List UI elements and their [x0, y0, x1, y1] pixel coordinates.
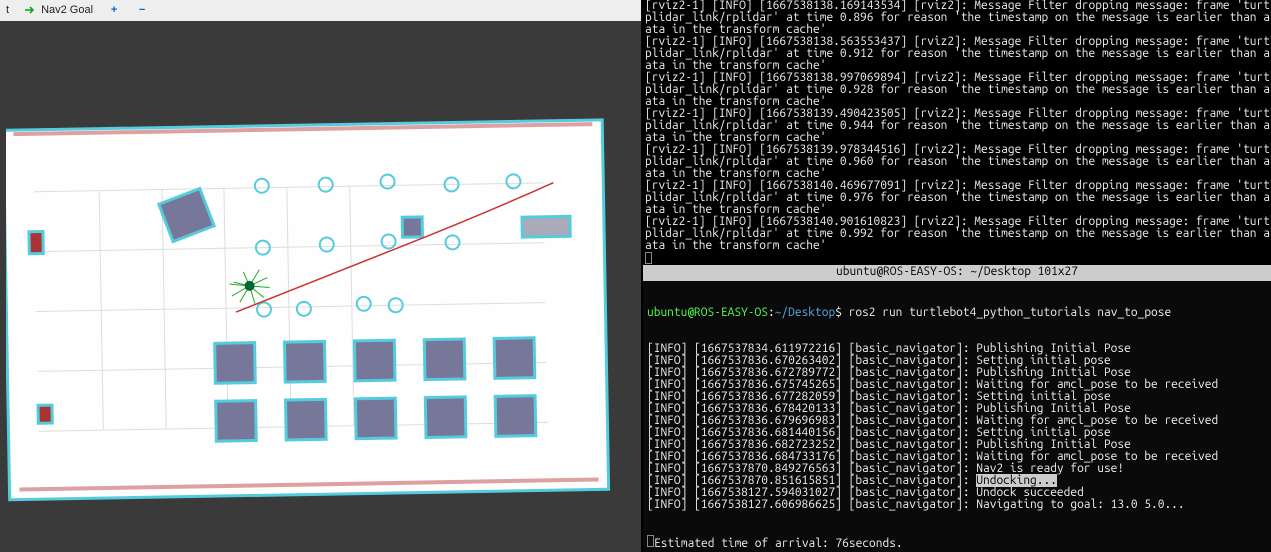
cursor-icon [647, 535, 654, 547]
tool-interact[interactable]: t [6, 4, 9, 16]
prompt-line: ubuntu@ROS-EASY-OS:~/Desktop$ ros2 run t… [647, 307, 1267, 319]
rviz-toolbar: t Nav2 Goal + − [0, 0, 641, 21]
plus-icon: + [107, 3, 121, 17]
remove-button[interactable]: − [135, 3, 149, 17]
rviz-pane: t Nav2 Goal + − [0, 0, 643, 552]
add-button[interactable]: + [107, 3, 121, 17]
nav2-goal-button[interactable]: Nav2 Goal [23, 3, 93, 17]
eta-line: Estimated time of arrival: 76seconds. [647, 535, 1267, 550]
terminal-top[interactable]: [rviz2-1] [INFO] [1667538138.169143534] … [643, 0, 1271, 265]
viz-frame [0, 21, 641, 552]
terminal-title: ubuntu@ROS-EASY-OS: ~/Desktop 101x27 [643, 265, 1271, 281]
arrow-icon [23, 3, 37, 17]
minus-icon: − [135, 3, 149, 17]
map-viewport[interactable] [6, 27, 635, 546]
log-line: ata in the transform cache' [645, 240, 1269, 252]
nav2-goal-label: Nav2 Goal [41, 4, 93, 16]
terminal-pane: [rviz2-1] [INFO] [1667538138.169143534] … [643, 0, 1271, 552]
log-line: [INFO] [1667538127.606986625] [basic_nav… [647, 499, 1267, 511]
cursor-icon [645, 252, 652, 264]
terminal-bottom[interactable]: ubuntu@ROS-EASY-OS:~/Desktop$ ros2 run t… [643, 281, 1271, 552]
